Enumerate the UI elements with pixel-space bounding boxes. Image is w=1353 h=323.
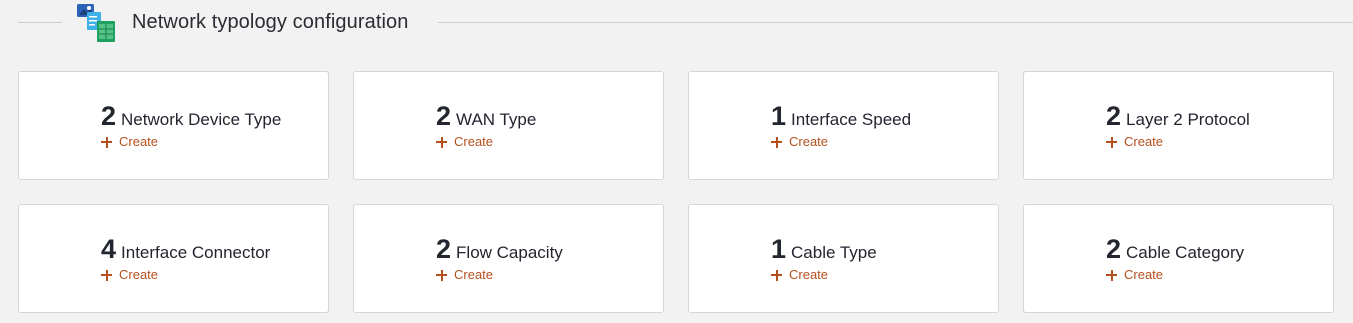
card-count: 2: [436, 234, 452, 264]
card-heading: 2 Layer 2 Protocol: [1106, 98, 1326, 134]
card-count: 2: [1106, 101, 1122, 131]
card-label: Interface Speed: [791, 110, 912, 129]
create-label: Create: [454, 267, 494, 282]
card-heading: 2 Network Device Type: [101, 98, 321, 134]
card-content: 1 Cable Type Create: [771, 231, 991, 285]
create-link[interactable]: Create: [101, 134, 158, 150]
card-content: 4 Interface Connector Create: [101, 231, 321, 285]
plus-icon: [1106, 136, 1117, 148]
plus-icon: [771, 269, 782, 281]
card-count: 1: [771, 101, 787, 131]
network-config-icon: [76, 3, 118, 43]
create-link[interactable]: Create: [771, 267, 828, 283]
card-heading: 2 Flow Capacity: [436, 231, 656, 267]
create-label: Create: [789, 134, 829, 149]
card-content: 2 WAN Type Create: [436, 98, 656, 152]
summary-card[interactable]: 1 Cable Type Create: [688, 204, 999, 313]
card-content: 2 Cable Category Create: [1106, 231, 1326, 285]
section-title: Network typology configuration: [132, 11, 409, 33]
create-link[interactable]: Create: [436, 134, 493, 150]
create-label: Create: [789, 267, 829, 282]
card-label: Layer 2 Protocol: [1126, 110, 1250, 129]
plus-icon: [771, 136, 782, 148]
card-count: 1: [771, 234, 787, 264]
plus-icon: [1106, 269, 1117, 281]
card-content: 2 Network Device Type Create: [101, 98, 321, 152]
card-label: Flow Capacity: [456, 243, 563, 262]
card-heading: 1 Cable Type: [771, 231, 991, 267]
card-label: Cable Type: [791, 243, 877, 262]
card-heading: 4 Interface Connector: [101, 231, 321, 267]
card-heading: 1 Interface Speed: [771, 98, 991, 134]
create-link[interactable]: Create: [771, 134, 828, 150]
summary-card[interactable]: 2 Flow Capacity Create: [353, 204, 664, 313]
create-label: Create: [119, 134, 159, 149]
card-heading: 2 Cable Category: [1106, 231, 1326, 267]
card-heading: 2 WAN Type: [436, 98, 656, 134]
card-count: 2: [101, 101, 117, 131]
divider-right: [438, 22, 1353, 23]
divider-left: [18, 22, 62, 23]
summary-card[interactable]: 2 Cable Category Create: [1023, 204, 1334, 313]
card-label: Cable Category: [1126, 243, 1245, 262]
plus-icon: [436, 269, 447, 281]
create-label: Create: [1124, 267, 1164, 282]
create-link[interactable]: Create: [1106, 267, 1163, 283]
plus-icon: [101, 269, 112, 281]
create-link[interactable]: Create: [436, 267, 493, 283]
card-label: WAN Type: [456, 110, 537, 129]
card-label: Network Device Type: [121, 110, 282, 129]
create-link[interactable]: Create: [1106, 134, 1163, 150]
card-content: 1 Interface Speed Create: [771, 98, 991, 152]
summary-card[interactable]: 1 Interface Speed Create: [688, 71, 999, 180]
plus-icon: [101, 136, 112, 148]
create-label: Create: [1124, 134, 1164, 149]
card-count: 2: [1106, 234, 1122, 264]
plus-icon: [436, 136, 447, 148]
card-content: 2 Layer 2 Protocol Create: [1106, 98, 1326, 152]
card-count: 4: [101, 234, 117, 264]
create-link[interactable]: Create: [101, 267, 158, 283]
summary-card[interactable]: 4 Interface Connector Create: [18, 204, 329, 313]
summary-card[interactable]: 2 WAN Type Create: [353, 71, 664, 180]
summary-card[interactable]: 2 Network Device Type Create: [18, 71, 329, 180]
card-content: 2 Flow Capacity Create: [436, 231, 656, 285]
create-label: Create: [119, 267, 159, 282]
summary-card[interactable]: 2 Layer 2 Protocol Create: [1023, 71, 1334, 180]
section-header: Network typology configuration: [0, 0, 1353, 46]
card-count: 2: [436, 101, 452, 131]
create-label: Create: [454, 134, 494, 149]
card-label: Interface Connector: [121, 243, 271, 262]
